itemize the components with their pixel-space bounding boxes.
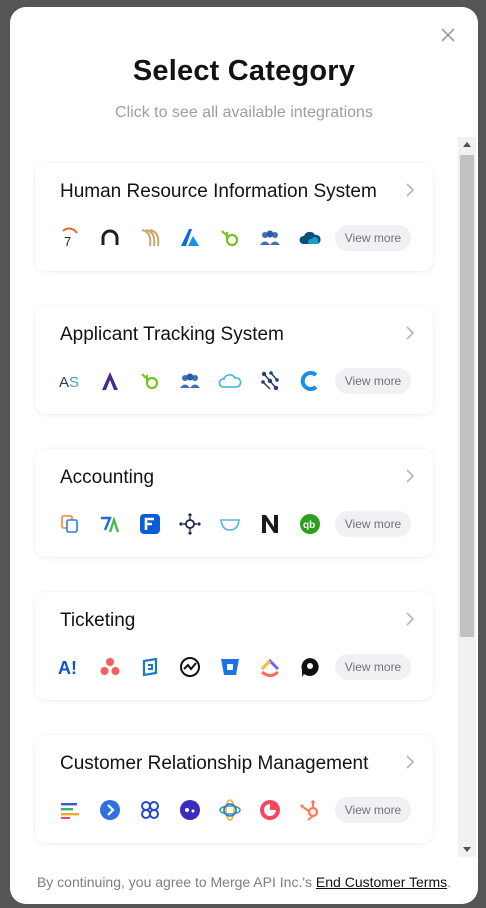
seven-shifts-logo-icon: 7 [57,225,83,251]
scrollbar-thumb[interactable] [460,155,474,637]
bamboo-stripes-logo-icon [137,225,163,251]
xa-logo-icon [97,511,123,537]
chat-bubble-logo-icon [297,654,323,680]
freshbooks-logo-icon [137,511,163,537]
clickup-logo-icon [257,654,283,680]
bitbucket-logo-icon [217,654,243,680]
svg-text:A!: A! [58,658,77,678]
end-customer-terms-link[interactable]: End Customer Terms [316,874,447,890]
c-logo-icon [297,368,323,394]
chevron-right-icon [406,326,415,340]
hub-logo-icon [177,511,203,537]
category-title: Human Resource Information System [60,181,377,202]
a-exclaim-logo-icon: A! [57,654,83,680]
team-people-logo-icon [257,225,283,251]
category-title: Customer Relationship Management [60,753,369,774]
loop-logo-icon [137,654,163,680]
select-category-modal: Select Category Click to see all availab… [10,7,478,904]
view-more-button[interactable]: View more [335,225,411,251]
copy-logo-icon [57,511,83,537]
play-circle-logo-icon [97,797,123,823]
svg-text:A: A [59,374,69,391]
knot-logo-icon [137,797,163,823]
cloud-logo-icon [297,225,323,251]
close-button[interactable] [440,27,456,43]
alexis-hr-logo-icon [97,225,123,251]
cup-logo-icon [217,511,243,537]
netsuite-logo-icon [257,511,283,537]
a-logo-icon [97,368,123,394]
dot-circle-logo-icon [177,797,203,823]
network-logo-icon [257,368,283,394]
category-title: Ticketing [60,610,136,631]
bamboohr-logo-icon [137,368,163,394]
footer-period: . [447,874,452,890]
category-card-accounting[interactable]: Accounting qb View more [35,449,433,557]
chevron-right-icon [406,612,415,626]
as-logo-icon: AS [57,368,83,394]
category-card-ats[interactable]: Applicant Tracking System AS View more [35,306,433,414]
chevron-right-icon [406,183,415,197]
chevron-right-icon [406,469,415,483]
bars-logo-icon [57,797,83,823]
category-card-crm[interactable]: Customer Relationship Management View mo… [35,735,433,843]
svg-text:qb: qb [303,520,315,531]
view-more-button[interactable]: View more [335,511,411,537]
category-title: Applicant Tracking System [60,324,284,345]
footer-terms: By continuing, you agree to Merge API In… [10,874,478,890]
pulse-logo-icon [177,654,203,680]
chevron-right-icon [406,755,415,769]
cloud-outline-logo-icon [217,368,243,394]
category-card-ticketing[interactable]: Ticketing A! View more [35,592,433,700]
team-people-logo-icon [177,368,203,394]
view-more-button[interactable]: View more [335,654,411,680]
scroll-down-arrow-icon[interactable] [458,841,476,857]
category-list[interactable]: Human Resource Information System 7 View… [10,137,458,857]
page-title: Select Category [132,55,356,87]
azure-logo-icon [177,225,203,251]
copper-logo-icon [257,797,283,823]
bamboohr-logo-icon [217,225,243,251]
close-icon [441,28,455,42]
sphere-logo-icon [217,797,243,823]
quickbooks-logo-icon: qb [297,511,323,537]
scroll-up-arrow-icon[interactable] [458,137,476,153]
scrollbar[interactable] [458,137,476,857]
svg-text:7: 7 [64,234,71,249]
view-more-button[interactable]: View more [335,368,411,394]
page-subtitle: Click to see all available integrations [115,104,373,121]
category-title: Accounting [60,467,155,488]
view-more-button[interactable]: View more [335,797,411,823]
asana-logo-icon [97,654,123,680]
category-card-hris[interactable]: Human Resource Information System 7 View… [35,163,433,271]
footer-text: By continuing, you agree to Merge API In… [36,874,316,890]
svg-text:S: S [69,374,79,391]
hubspot-logo-icon [297,797,323,823]
